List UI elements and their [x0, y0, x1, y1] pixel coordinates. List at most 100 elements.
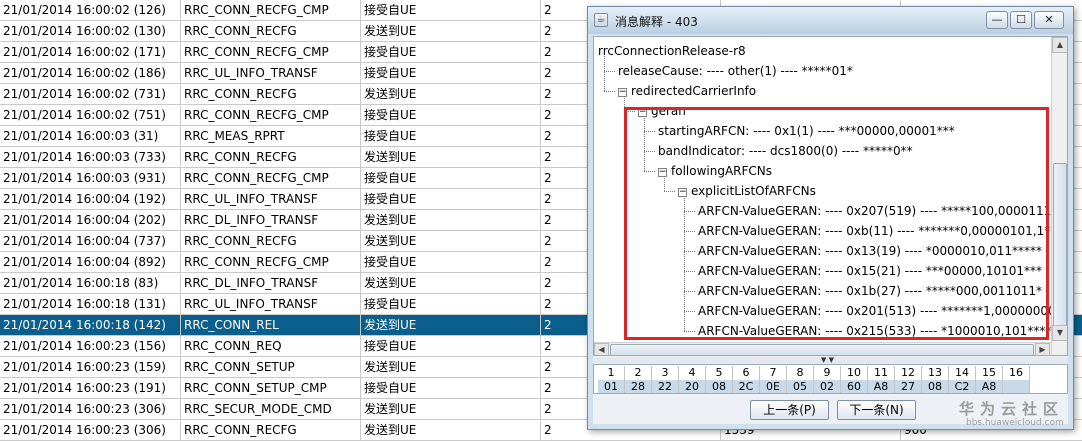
- collapse-toggle-icon[interactable]: −: [618, 88, 627, 97]
- log-message-cell: RRC_CONN_RECFG_CMP: [181, 42, 361, 63]
- log-direction-cell: 发送到UE: [361, 231, 541, 252]
- tree-connector: [604, 56, 605, 91]
- log-direction-cell: 发送到UE: [361, 315, 541, 336]
- hex-byte-cell[interactable]: 20: [679, 380, 706, 393]
- watermark-url: bbs.huaweicloud.com: [966, 418, 1064, 428]
- hex-column-header: 7: [760, 366, 787, 380]
- hex-byte-cell[interactable]: 0E: [760, 380, 787, 393]
- hex-byte-cell[interactable]: 08: [706, 380, 733, 393]
- hex-bytes-panel: 1 01 2 28 3 22 4 20 5 08 6 2C 7 0E 8 05 9 02 10 60 11 A8 12 27 1…: [593, 364, 1068, 394]
- vertical-scroll-thumb[interactable]: [1053, 163, 1067, 333]
- hex-byte-cell[interactable]: C2: [949, 380, 976, 393]
- hex-byte-cell[interactable]: 01: [598, 380, 625, 393]
- tree-horizontal-scrollbar[interactable]: ◀ ▶: [594, 342, 1051, 355]
- log-message-cell: RRC_CONN_RECFG_CMP: [181, 105, 361, 126]
- hex-byte-cell[interactable]: [1003, 380, 1030, 393]
- splitter-grip-icon[interactable]: ▼ ▼: [821, 357, 834, 364]
- log-direction-cell: 接受自UE: [361, 189, 541, 210]
- log-direction-cell: 发送到UE: [361, 147, 541, 168]
- log-message-cell: RRC_CONN_RECFG_CMP: [181, 252, 361, 273]
- log-time-cell: 21/01/2014 16:00:03 (931): [0, 168, 181, 189]
- hex-byte-cell[interactable]: 2C: [733, 380, 760, 393]
- log-direction-cell: 发送到UE: [361, 357, 541, 378]
- log-direction-cell: 发送到UE: [361, 21, 541, 42]
- log-message-cell: RRC_CONN_REQ: [181, 336, 361, 357]
- tree-node-label: redirectedCarrierInfo: [631, 84, 757, 98]
- dialog-titlebar[interactable]: ☕ 消息解释 - 403 — ☐ ✕: [588, 7, 1073, 34]
- hex-byte-cell[interactable]: 02: [814, 380, 841, 393]
- scroll-up-arrow-icon[interactable]: ▲: [1052, 37, 1067, 53]
- hex-byte-cell[interactable]: 27: [895, 380, 922, 393]
- log-direction-cell: 接受自UE: [361, 42, 541, 63]
- log-direction-cell: 接受自UE: [361, 294, 541, 315]
- scroll-down-arrow-icon[interactable]: ▼: [1052, 325, 1067, 341]
- hex-column-header: 1: [598, 366, 625, 380]
- log-message-cell: RRC_UL_INFO_TRANSF: [181, 63, 361, 84]
- tree-node[interactable]: rrcConnectionRelease-r8: [598, 41, 746, 61]
- tree-connector: [604, 91, 615, 92]
- log-message-cell: RRC_MEAS_RPRT: [181, 126, 361, 147]
- log-time-cell: 21/01/2014 16:00:18 (142): [0, 315, 181, 336]
- hex-column-header: 8: [787, 366, 814, 380]
- log-time-cell: 21/01/2014 16:00:23 (191): [0, 378, 181, 399]
- red-highlight-box: [624, 107, 1049, 340]
- hex-column-header: 11: [868, 366, 895, 380]
- hex-column-header: 12: [895, 366, 922, 380]
- coffee-cup-icon: ☕: [594, 13, 608, 27]
- tree-node-label: rrcConnectionRelease-r8: [598, 44, 746, 58]
- horizontal-scroll-thumb[interactable]: [610, 344, 1034, 355]
- hex-byte-cell[interactable]: A8: [976, 380, 1003, 393]
- scroll-right-arrow-icon[interactable]: ▶: [1035, 343, 1050, 355]
- hex-byte-cell[interactable]: 22: [652, 380, 679, 393]
- hex-column-header: 2: [625, 366, 652, 380]
- log-direction-cell: 发送到UE: [361, 84, 541, 105]
- log-message-cell: RRC_CONN_RECFG: [181, 147, 361, 168]
- tree-node[interactable]: − redirectedCarrierInfo: [618, 81, 756, 101]
- panel-splitter[interactable]: ▼ ▼: [593, 357, 1068, 364]
- close-button[interactable]: ✕: [1034, 11, 1064, 29]
- log-message-cell: RRC_SECUR_MODE_CMD: [181, 399, 361, 420]
- tree-vertical-scrollbar[interactable]: ▲ ▼: [1051, 37, 1067, 355]
- minimize-button[interactable]: —: [986, 11, 1008, 29]
- message-tree-view[interactable]: rrcConnectionRelease-r8 releaseCause: ---…: [593, 36, 1068, 356]
- hex-column-header: 4: [679, 366, 706, 380]
- maximize-button[interactable]: ☐: [1010, 11, 1032, 29]
- next-message-button[interactable]: 下一条(N): [837, 400, 916, 420]
- log-message-cell: RRC_CONN_RECFG: [181, 84, 361, 105]
- tree-connector: [604, 71, 615, 72]
- log-time-cell: 21/01/2014 16:00:23 (306): [0, 399, 181, 420]
- log-direction-cell: 接受自UE: [361, 252, 541, 273]
- log-direction-cell: 发送到UE: [361, 210, 541, 231]
- hex-byte-cell[interactable]: 60: [841, 380, 868, 393]
- log-time-cell: 21/01/2014 16:00:02 (126): [0, 0, 181, 21]
- message-interpretation-dialog: ☕ 消息解释 - 403 — ☐ ✕ rrcConnectionRelease-…: [587, 6, 1074, 430]
- hex-byte-cell[interactable]: A8: [868, 380, 895, 393]
- hex-byte-cell[interactable]: 05: [787, 380, 814, 393]
- log-time-cell: 21/01/2014 16:00:02 (186): [0, 63, 181, 84]
- log-time-cell: 21/01/2014 16:00:02 (731): [0, 84, 181, 105]
- log-message-cell: RRC_DL_INFO_TRANSF: [181, 210, 361, 231]
- log-time-cell: 21/01/2014 16:00:02 (171): [0, 42, 181, 63]
- scroll-left-arrow-icon[interactable]: ◀: [594, 343, 609, 355]
- hex-byte-cell[interactable]: 08: [922, 380, 949, 393]
- log-direction-cell: 发送到UE: [361, 273, 541, 294]
- log-direction-cell: 接受自UE: [361, 0, 541, 21]
- log-message-cell: RRC_DL_INFO_TRANSF: [181, 273, 361, 294]
- log-message-cell: RRC_CONN_SETUP: [181, 357, 361, 378]
- hex-byte-cell[interactable]: 28: [625, 380, 652, 393]
- log-direction-cell: 接受自UE: [361, 126, 541, 147]
- log-message-cell: RRC_CONN_RECFG: [181, 231, 361, 252]
- tree-node[interactable]: releaseCause: ---- other(1) ---- *****01…: [618, 61, 853, 81]
- log-message-cell: RRC_CONN_REL: [181, 315, 361, 336]
- log-time-cell: 21/01/2014 16:00:23 (159): [0, 357, 181, 378]
- hex-column-header: 14: [949, 366, 976, 380]
- log-time-cell: 21/01/2014 16:00:02 (130): [0, 21, 181, 42]
- log-time-cell: 21/01/2014 16:00:03 (733): [0, 147, 181, 168]
- log-direction-cell: 接受自UE: [361, 378, 541, 399]
- log-message-cell: RRC_CONN_SETUP_CMP: [181, 378, 361, 399]
- log-time-cell: 21/01/2014 16:00:04 (192): [0, 189, 181, 210]
- log-time-cell: 21/01/2014 16:00:04 (737): [0, 231, 181, 252]
- previous-message-button[interactable]: 上一条(P): [750, 400, 829, 420]
- log-direction-cell: 接受自UE: [361, 336, 541, 357]
- log-direction-cell: 发送到UE: [361, 399, 541, 420]
